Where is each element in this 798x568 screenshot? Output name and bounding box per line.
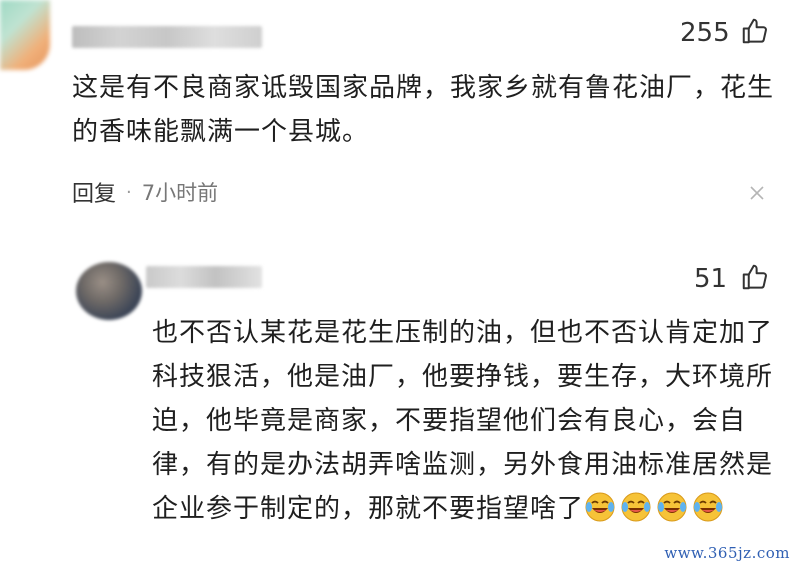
laughing-crying-emoji: [692, 491, 724, 523]
like-count: 255: [680, 18, 730, 48]
username-blurred[interactable]: [146, 266, 262, 288]
separator-dot: ·: [126, 181, 132, 203]
close-icon[interactable]: [748, 184, 766, 202]
avatar[interactable]: [0, 0, 50, 70]
timestamp: 7小时前: [141, 181, 219, 205]
laughing-crying-emoji: [656, 491, 688, 523]
laughing-crying-emoji: [584, 491, 616, 523]
comment-text: 也不否认某花是花生压制的油，但也不否认肯定加了科技狠活，他是油厂，他要挣钱，要生…: [152, 311, 784, 531]
avatar[interactable]: [76, 262, 142, 320]
thumbs-up-icon[interactable]: [740, 262, 770, 292]
reply-button[interactable]: 回复: [72, 176, 116, 208]
comment-meta: 回复 · 7小时前: [72, 176, 218, 208]
thumbs-up-icon[interactable]: [740, 16, 770, 46]
laughing-crying-emoji: [620, 491, 652, 523]
like-count: 51: [694, 264, 728, 294]
emoji-group: [584, 491, 728, 524]
watermark: www.365jz.com: [664, 544, 790, 562]
username-blurred[interactable]: [72, 26, 262, 48]
comment-text: 这是有不良商家诋毁国家品牌，我家乡就有鲁花油厂，花生的香味能飘满一个县城。: [72, 73, 775, 147]
